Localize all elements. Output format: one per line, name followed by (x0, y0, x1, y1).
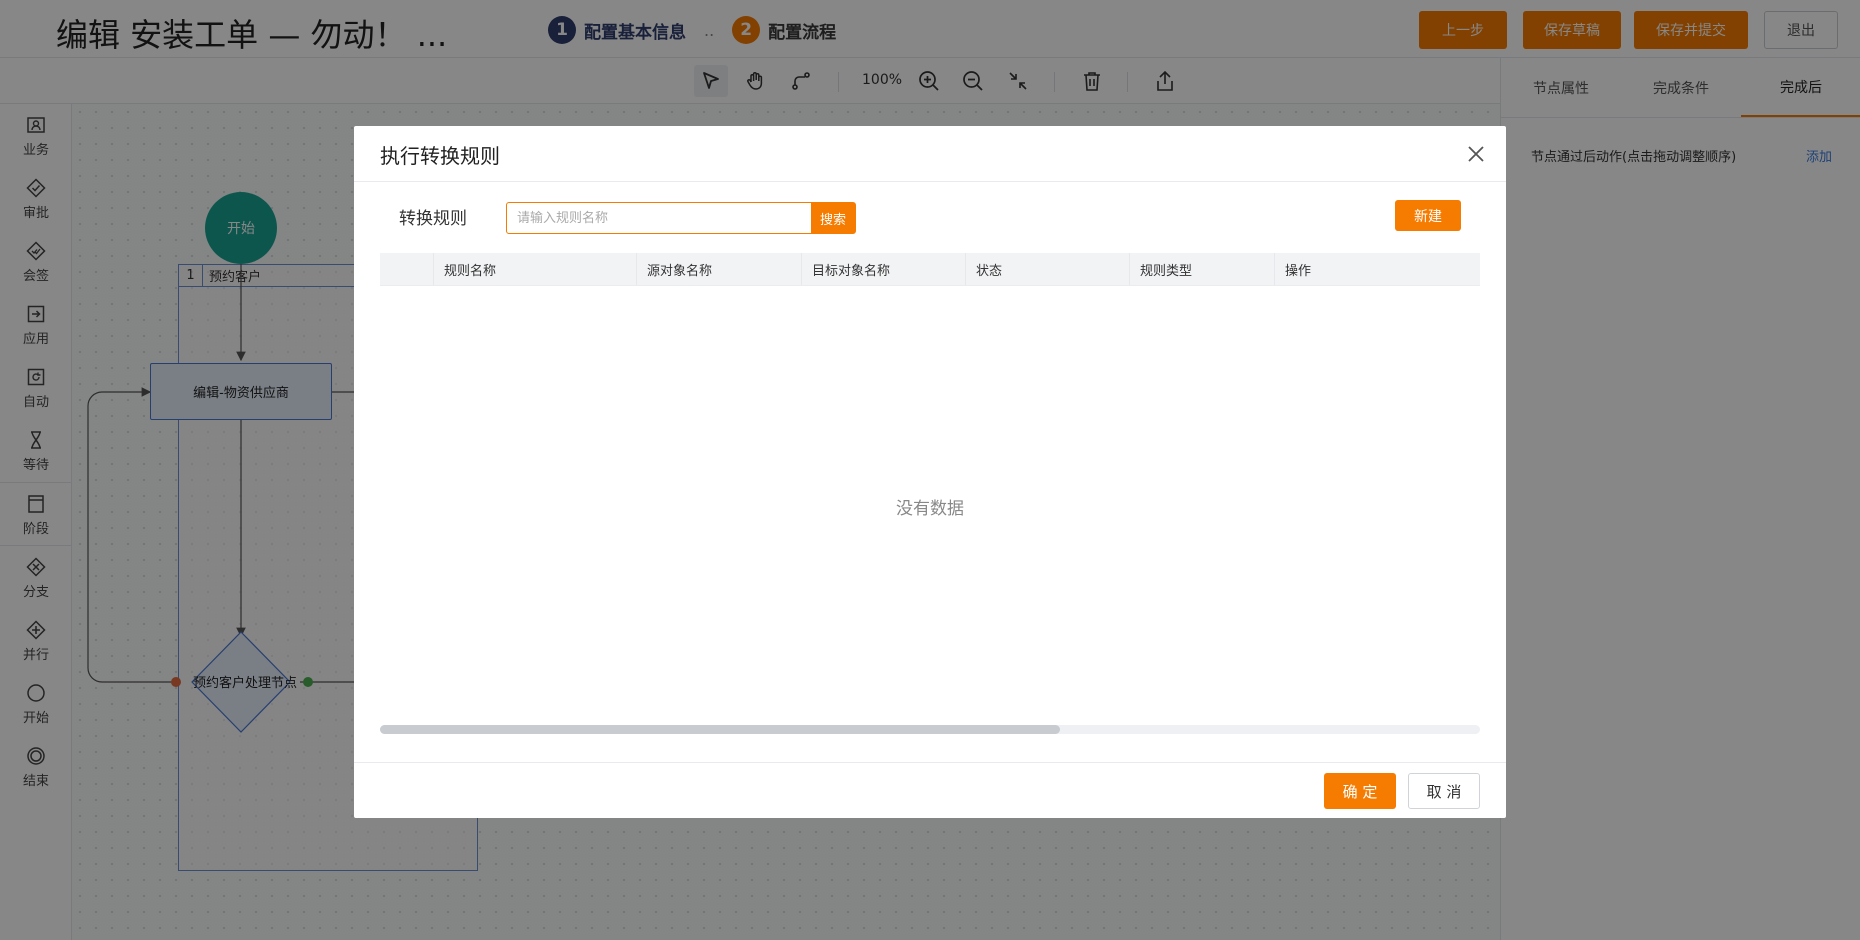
transform-rule-dialog: 执行转换规则 转换规则 搜索 新建 规则名称 源对象名称 目标对象名称 状态 规… (354, 126, 1506, 818)
rule-search-box: 搜索 (506, 202, 856, 234)
dialog-title: 执行转换规则 (380, 144, 500, 168)
rule-search-input[interactable] (507, 203, 819, 233)
rules-table: 规则名称 源对象名称 目标对象名称 状态 规则类型 操作 (380, 253, 1480, 286)
rule-label: 转换规则 (399, 209, 467, 229)
close-icon[interactable] (1464, 142, 1488, 166)
dialog-header: 执行转换规则 (354, 126, 1506, 182)
horizontal-scrollbar[interactable] (380, 725, 1480, 734)
cancel-button[interactable]: 取 消 (1408, 773, 1480, 809)
column-header-rule-type[interactable]: 规则类型 (1130, 253, 1275, 285)
dialog-footer: 确 定 取 消 (354, 762, 1506, 818)
column-header-select[interactable] (380, 253, 434, 285)
search-button[interactable]: 搜索 (811, 203, 855, 233)
new-rule-button[interactable]: 新建 (1395, 200, 1461, 231)
confirm-button[interactable]: 确 定 (1324, 773, 1396, 809)
column-header-source-object[interactable]: 源对象名称 (637, 253, 802, 285)
empty-state-text: 没有数据 (896, 499, 964, 519)
scrollbar-thumb[interactable] (380, 725, 1060, 734)
column-header-actions[interactable]: 操作 (1275, 253, 1480, 285)
column-header-target-object[interactable]: 目标对象名称 (802, 253, 966, 285)
table-header: 规则名称 源对象名称 目标对象名称 状态 规则类型 操作 (380, 253, 1480, 286)
column-header-status[interactable]: 状态 (966, 253, 1130, 285)
column-header-rule-name[interactable]: 规则名称 (434, 253, 637, 285)
